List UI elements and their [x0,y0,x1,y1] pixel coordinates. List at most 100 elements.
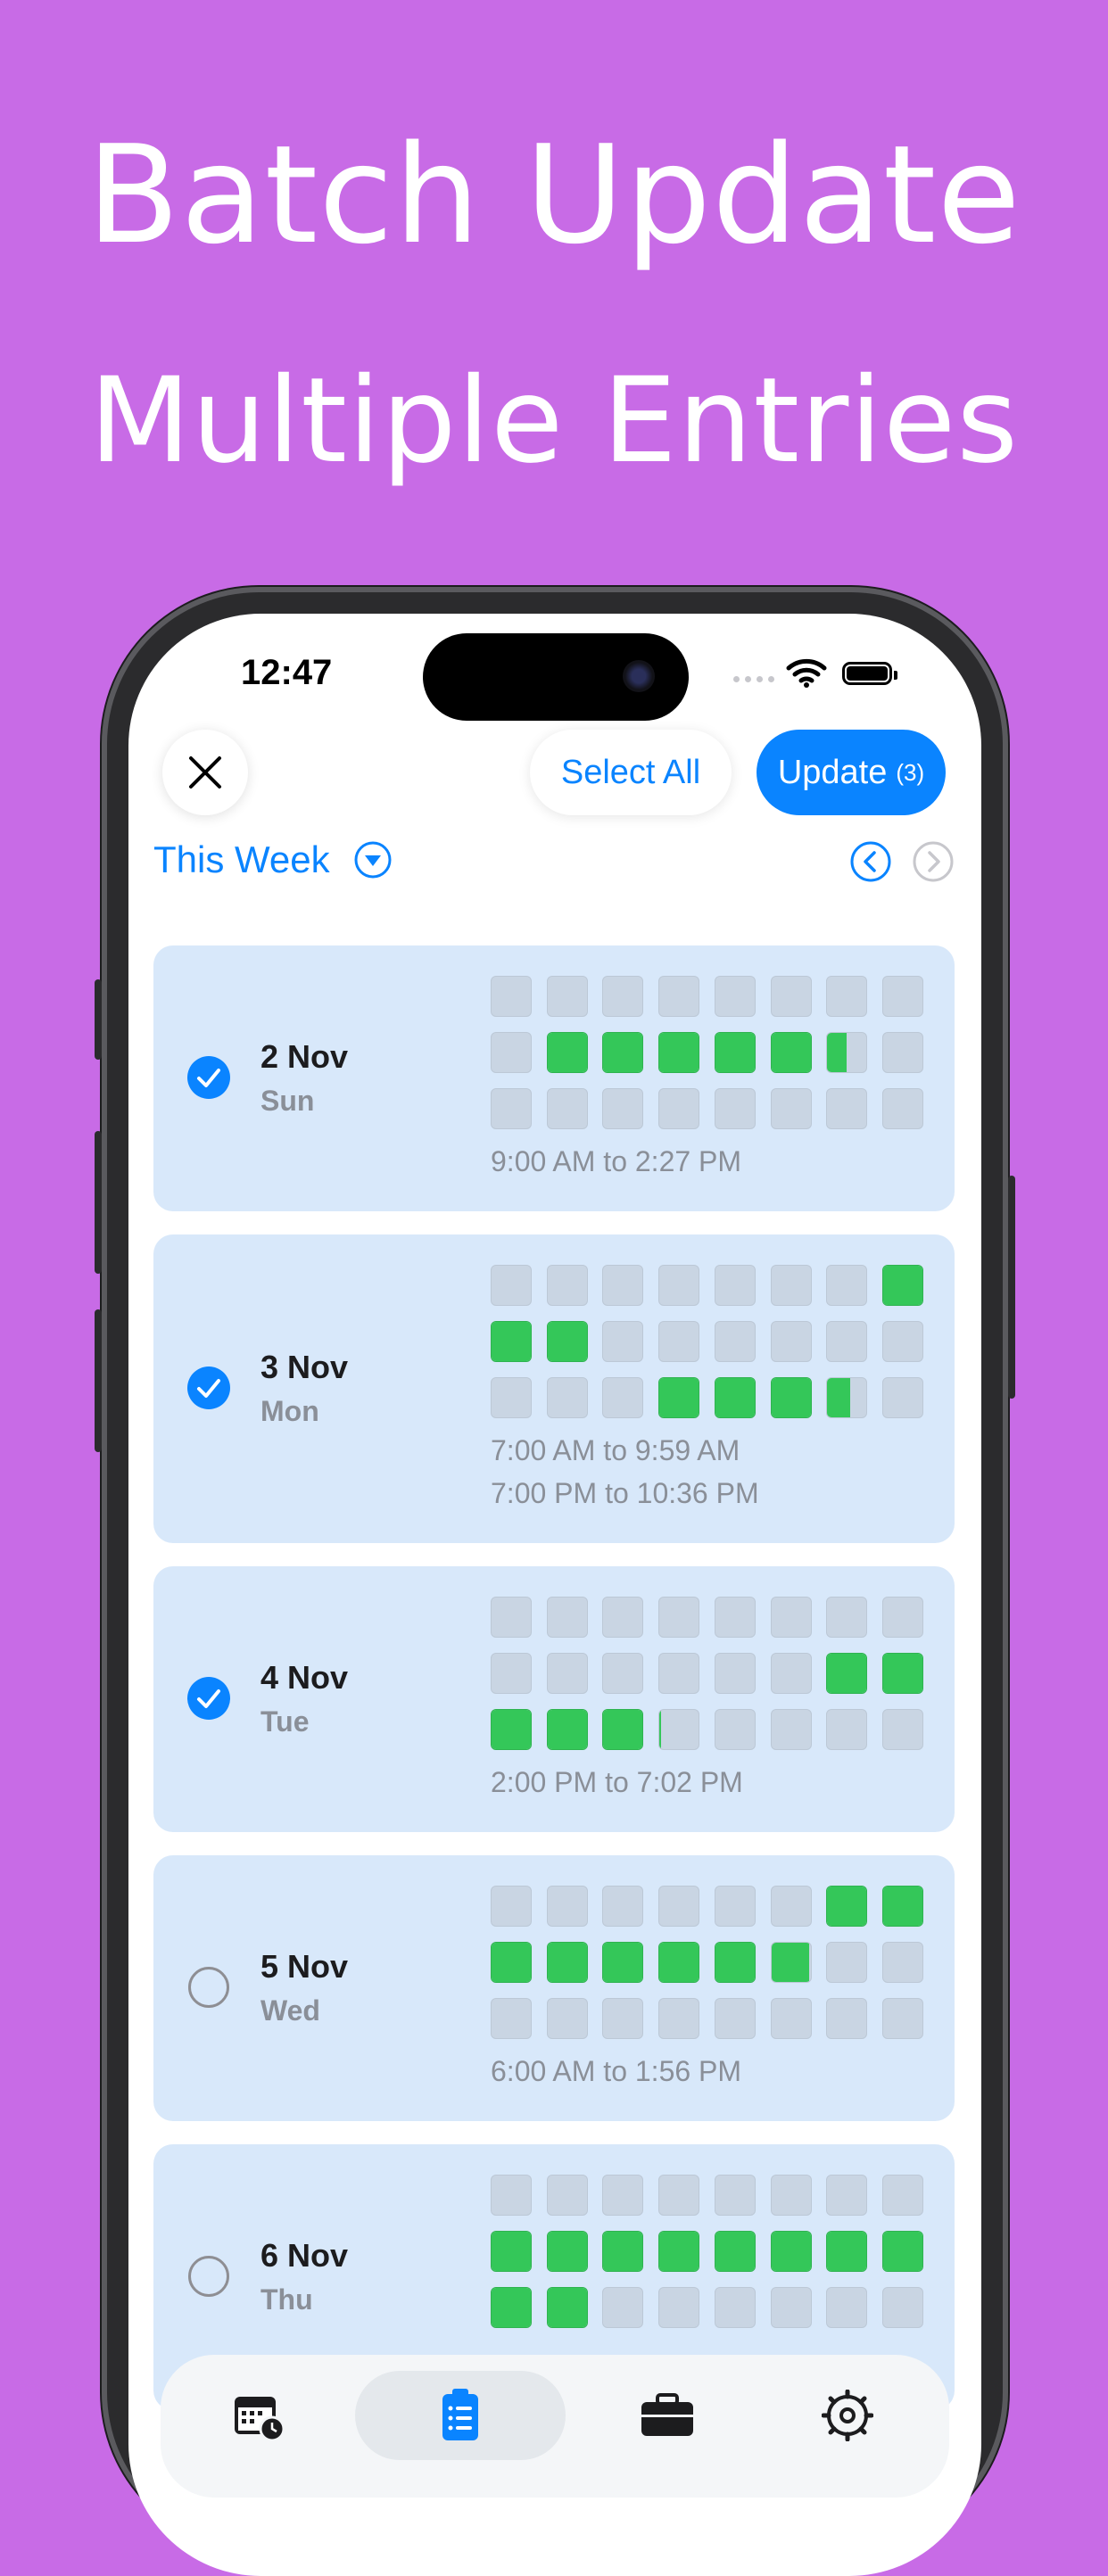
hour-cell [491,2287,532,2328]
hour-cell [547,1998,588,2039]
day-date: 2 Nov [260,1038,349,1075]
hour-cell [491,976,532,1017]
checkmark-circle-icon[interactable] [187,1677,230,1720]
hour-cell [547,1942,588,1983]
hour-cell [658,1886,699,1927]
hour-cell [491,1088,532,1129]
hour-cell [882,2287,923,2328]
empty-circle-icon[interactable] [187,2255,230,2298]
day-card[interactable]: 3 Nov Mon 7:00 AM to 9:59 AM 7:00 PM to 10:… [153,1234,955,1543]
hour-cell [491,1942,532,1983]
hour-cell [882,2231,923,2272]
hour-cell [826,2231,867,2272]
hour-cell [882,1597,923,1638]
hour-cell [658,1998,699,2039]
day-card[interactable]: 4 Nov Tue 2:00 PM to 7:02 PM [153,1566,955,1832]
select-all-button[interactable]: Select All [530,730,732,815]
hour-cell [602,1265,643,1306]
hour-cell [491,1265,532,1306]
hour-cell [658,1265,699,1306]
update-button[interactable]: Update (3) [757,730,946,815]
battery-icon [842,662,897,685]
hour-cell [602,1377,643,1418]
hour-cell [547,1597,588,1638]
close-button[interactable] [162,730,248,815]
hour-cell [715,2175,756,2216]
checkmark-circle-icon[interactable] [187,1366,230,1409]
hour-cell [602,1998,643,2039]
tab-entries[interactable] [355,2371,566,2460]
hour-cell [547,2287,588,2328]
tab-projects[interactable] [623,2371,712,2460]
hour-cell [658,2231,699,2272]
hour-cell [547,976,588,1017]
hour-cell [602,1597,643,1638]
time-range: 7:00 AM to 9:59 AM [491,1434,740,1466]
time-range: 7:00 PM to 10:36 PM [491,1477,759,1509]
chevron-down-circle-icon[interactable] [353,840,393,879]
wifi-icon [786,658,827,688]
hour-cell [771,1377,812,1418]
hour-cell [658,976,699,1017]
hour-cell [882,976,923,1017]
hour-cell [658,1653,699,1694]
hour-cell [826,2175,867,2216]
hour-cell [771,1886,812,1927]
hour-cell [658,1088,699,1129]
hour-cell [882,1088,923,1129]
hour-cell [602,2287,643,2328]
hour-cell [882,1321,923,1362]
tab-bar [161,2355,949,2498]
hour-cell [658,1377,699,1418]
hour-cell [547,1032,588,1073]
day-card[interactable]: 5 Nov Wed 6:00 AM to 1:56 PM [153,1855,955,2121]
day-card[interactable]: 2 Nov Sun 9:00 AM to 2:27 PM [153,945,955,1211]
hour-cell [602,1032,643,1073]
hour-cell [715,1597,756,1638]
hour-cell [602,1088,643,1129]
hour-cell [771,1088,812,1129]
hour-cell [602,2231,643,2272]
headline-title: Batch Update [87,116,1021,274]
hour-cell [882,1886,923,1927]
hour-cell [826,1032,867,1073]
hour-cell [715,1088,756,1129]
hour-cell [602,1321,643,1362]
hour-cell [826,1998,867,2039]
hour-cell [826,1265,867,1306]
week-selector[interactable]: This Week [153,838,330,881]
hour-cell [491,1377,532,1418]
previous-week-button[interactable] [849,840,892,883]
hour-cell [491,2231,532,2272]
hour-cell [491,1597,532,1638]
headline-subtitle: Multiple Entries [88,352,1020,490]
time-range: 9:00 AM to 2:27 PM [491,1145,742,1177]
hour-cell [491,1709,532,1750]
update-button-label: Update [777,753,888,791]
hour-cell [826,1653,867,1694]
checkmark-circle-icon[interactable] [187,1056,230,1099]
hour-cell [547,1265,588,1306]
tab-settings[interactable] [803,2371,892,2460]
phone-frame: 12:47 Select All Update (3) This Week 2 … [95,587,1015,2576]
hour-cell [771,1597,812,1638]
hour-cell [602,1653,643,1694]
hour-cell [882,1265,923,1306]
day-date: 6 Nov [260,2237,349,2274]
hour-cell [715,1377,756,1418]
next-week-button[interactable] [912,840,955,883]
hour-cell [491,1653,532,1694]
time-range: 2:00 PM to 7:02 PM [491,1766,743,1798]
hour-cell [658,1032,699,1073]
empty-circle-icon[interactable] [187,1966,230,2009]
hour-cell [602,1942,643,1983]
briefcase-icon [641,2393,693,2436]
hour-cell [491,1886,532,1927]
tab-calendar[interactable] [214,2371,303,2460]
day-weekday: Thu [260,2283,313,2316]
day-weekday: Tue [260,1705,310,1738]
hour-cell [882,1377,923,1418]
hour-cell [715,2231,756,2272]
hour-cell [715,1032,756,1073]
day-date: 4 Nov [260,1659,349,1696]
